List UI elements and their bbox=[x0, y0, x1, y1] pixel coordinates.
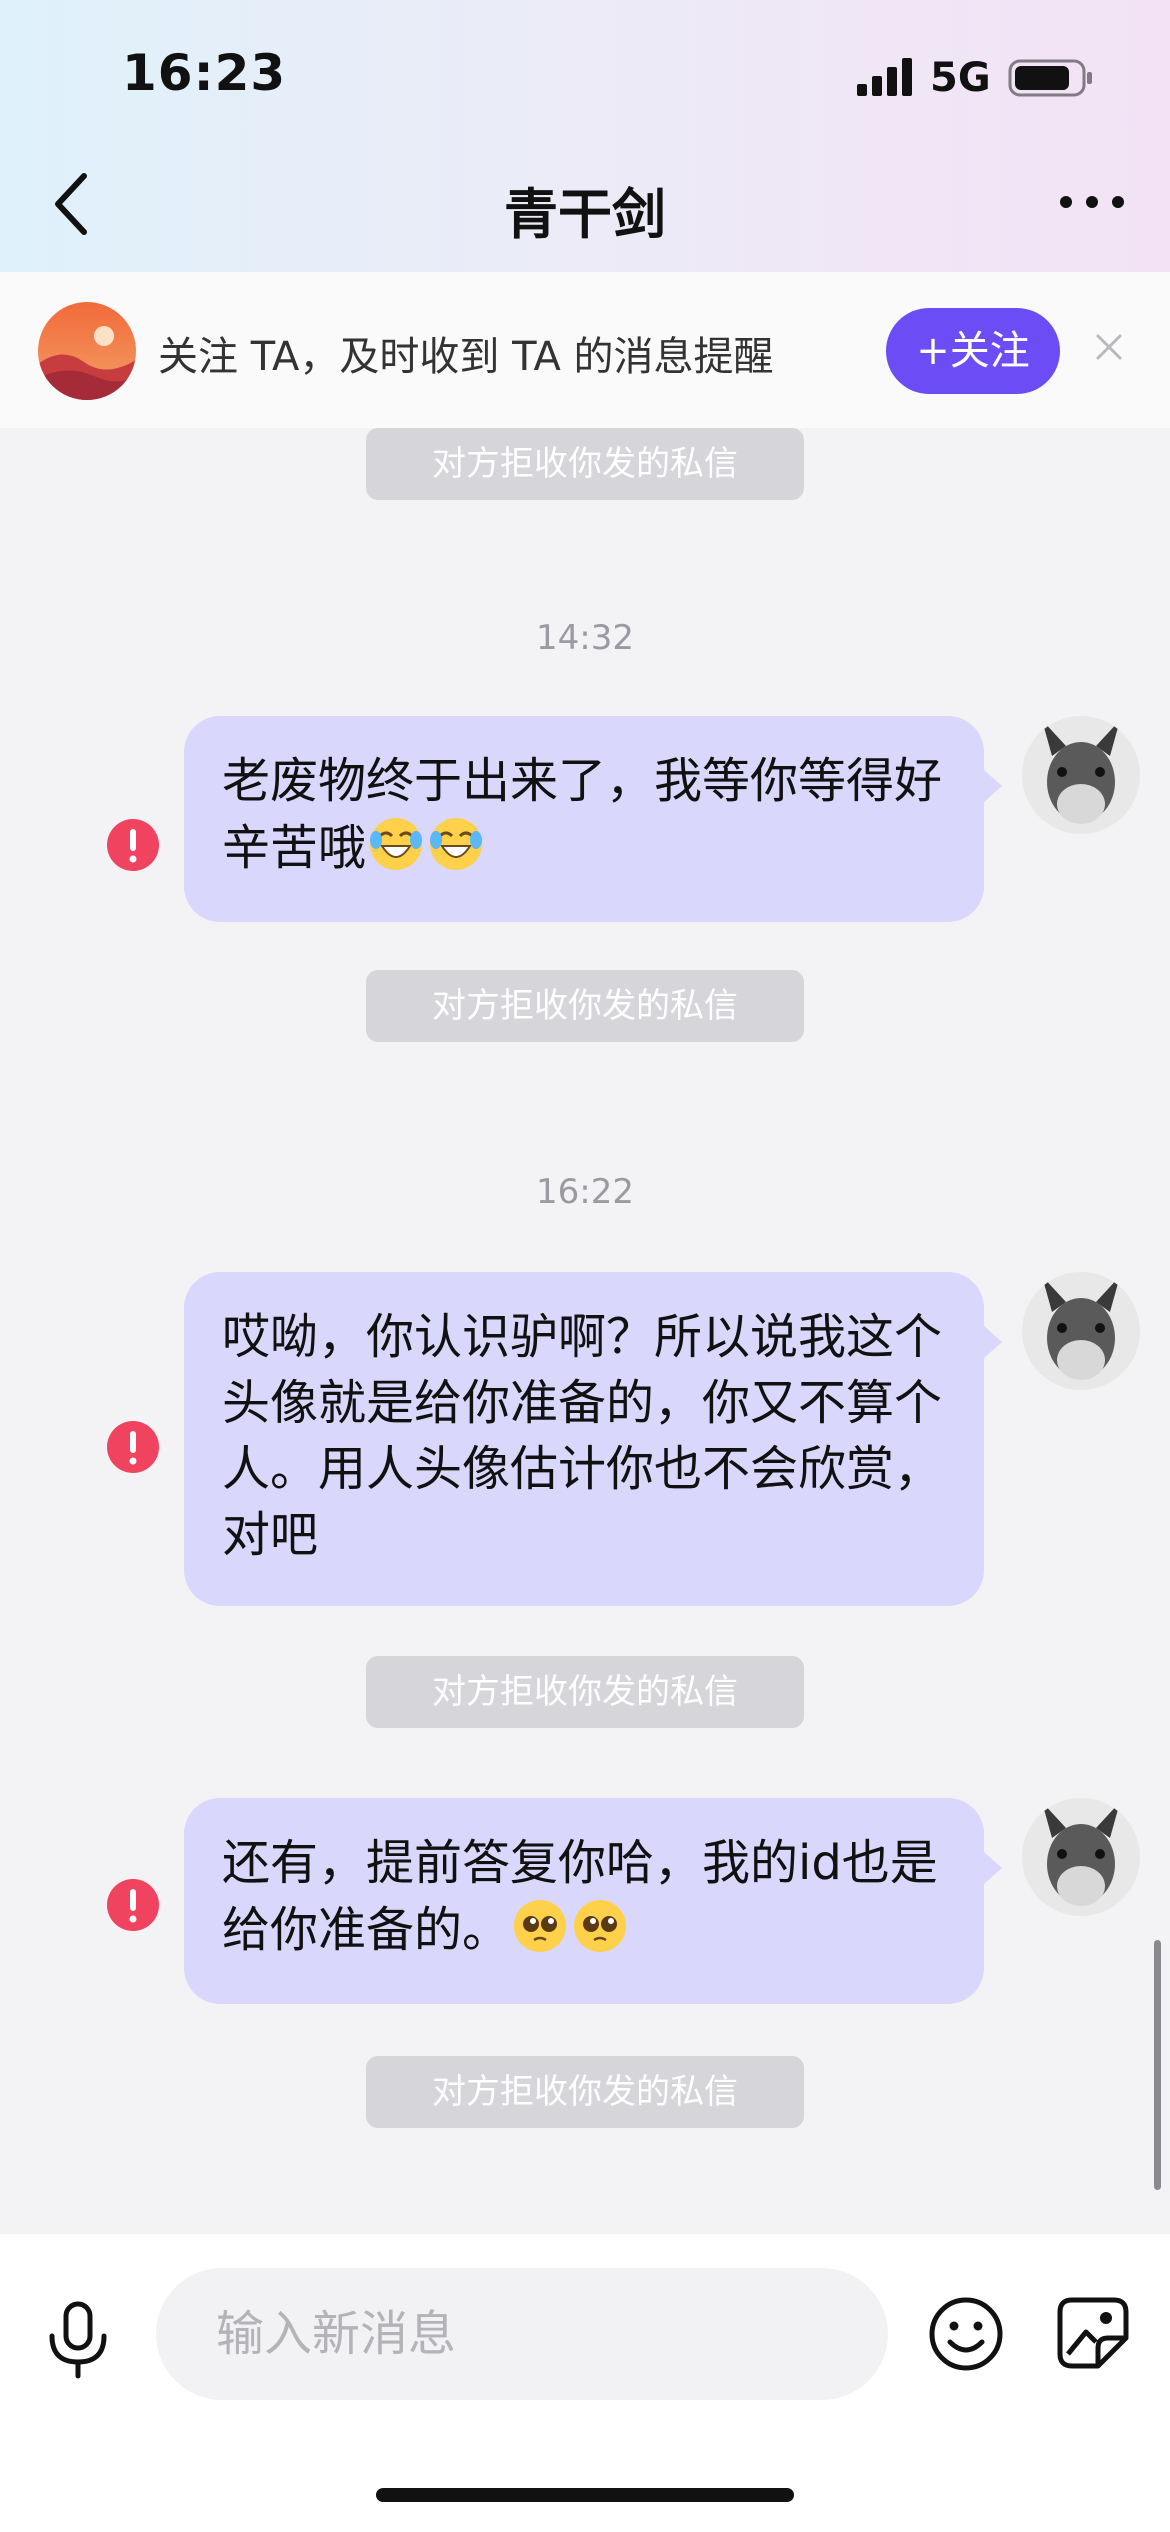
top-header: 16:23 5G 青干剑 bbox=[0, 0, 1170, 272]
follow-banner: 关注 TA，及时收到 TA 的消息提醒 +关注 bbox=[0, 272, 1170, 428]
send-failed-icon[interactable] bbox=[106, 1878, 160, 1932]
nav-bar: 青干剑 bbox=[0, 150, 1170, 260]
follow-prompt-text: 关注 TA，及时收到 TA 的消息提醒 bbox=[158, 334, 774, 380]
bubble-tail bbox=[984, 1326, 1002, 1358]
more-icon[interactable] bbox=[1058, 190, 1126, 214]
user-avatar[interactable] bbox=[38, 302, 136, 400]
message-input[interactable] bbox=[156, 2268, 888, 2400]
status-time: 16:23 bbox=[122, 44, 287, 102]
my-avatar[interactable] bbox=[1022, 1272, 1140, 1390]
page-title: 青干剑 bbox=[504, 183, 666, 246]
emoji-icon[interactable] bbox=[928, 2296, 1004, 2372]
bubble-tail bbox=[984, 1852, 1002, 1884]
chat-area[interactable]: 对方拒收你发的私信 14:32 老废物终于出来了，我等你等得好辛苦哦 对方拒收你… bbox=[0, 428, 1170, 2234]
microphone-icon[interactable] bbox=[44, 2300, 112, 2380]
input-bar bbox=[0, 2234, 1170, 2532]
battery-icon bbox=[1008, 59, 1092, 97]
send-failed-icon[interactable] bbox=[106, 818, 160, 872]
home-indicator bbox=[376, 2488, 794, 2502]
timestamp: 14:32 bbox=[536, 618, 634, 658]
bubble-tail bbox=[984, 770, 1002, 802]
message-bubble[interactable]: 还有，提前答复你哈，我的id也是给你准备的。 bbox=[184, 1798, 984, 2004]
timestamp: 16:22 bbox=[536, 1172, 634, 1212]
rejected-notice: 对方拒收你发的私信 bbox=[366, 428, 804, 500]
crying-laughing-emoji bbox=[370, 818, 423, 870]
message-bubble[interactable]: 老废物终于出来了，我等你等得好辛苦哦 bbox=[184, 716, 984, 922]
rejected-notice: 对方拒收你发的私信 bbox=[366, 2056, 804, 2128]
network-label: 5G bbox=[930, 55, 991, 101]
pleading-face-emoji bbox=[514, 1900, 567, 1952]
close-icon[interactable] bbox=[1090, 328, 1128, 366]
follow-button[interactable]: +关注 bbox=[886, 308, 1060, 394]
crying-laughing-emoji bbox=[430, 818, 483, 870]
scrollbar[interactable] bbox=[1154, 1940, 1161, 2190]
message-text: 哎呦，你认识驴啊？所以说我这个头像就是给你准备的，你又不算个人。用人头像估计你也… bbox=[222, 1309, 943, 1563]
sticker-icon[interactable] bbox=[1056, 2296, 1130, 2370]
pleading-face-emoji bbox=[574, 1900, 627, 1952]
message-text: 老废物终于出来了，我等你等得好辛苦哦 bbox=[222, 753, 943, 876]
my-avatar[interactable] bbox=[1022, 1798, 1140, 1916]
signal-icon bbox=[857, 58, 912, 96]
rejected-notice: 对方拒收你发的私信 bbox=[366, 1656, 804, 1728]
message-bubble[interactable]: 哎呦，你认识驴啊？所以说我这个头像就是给你准备的，你又不算个人。用人头像估计你也… bbox=[184, 1272, 984, 1606]
rejected-notice: 对方拒收你发的私信 bbox=[366, 970, 804, 1042]
status-bar: 16:23 5G bbox=[0, 0, 1170, 150]
chat-screen: 16:23 5G 青干剑 关注 TA，及时收到 TA 的消息提醒 +关注 对方拒… bbox=[0, 0, 1170, 2532]
send-failed-icon[interactable] bbox=[106, 1420, 160, 1474]
my-avatar[interactable] bbox=[1022, 716, 1140, 834]
